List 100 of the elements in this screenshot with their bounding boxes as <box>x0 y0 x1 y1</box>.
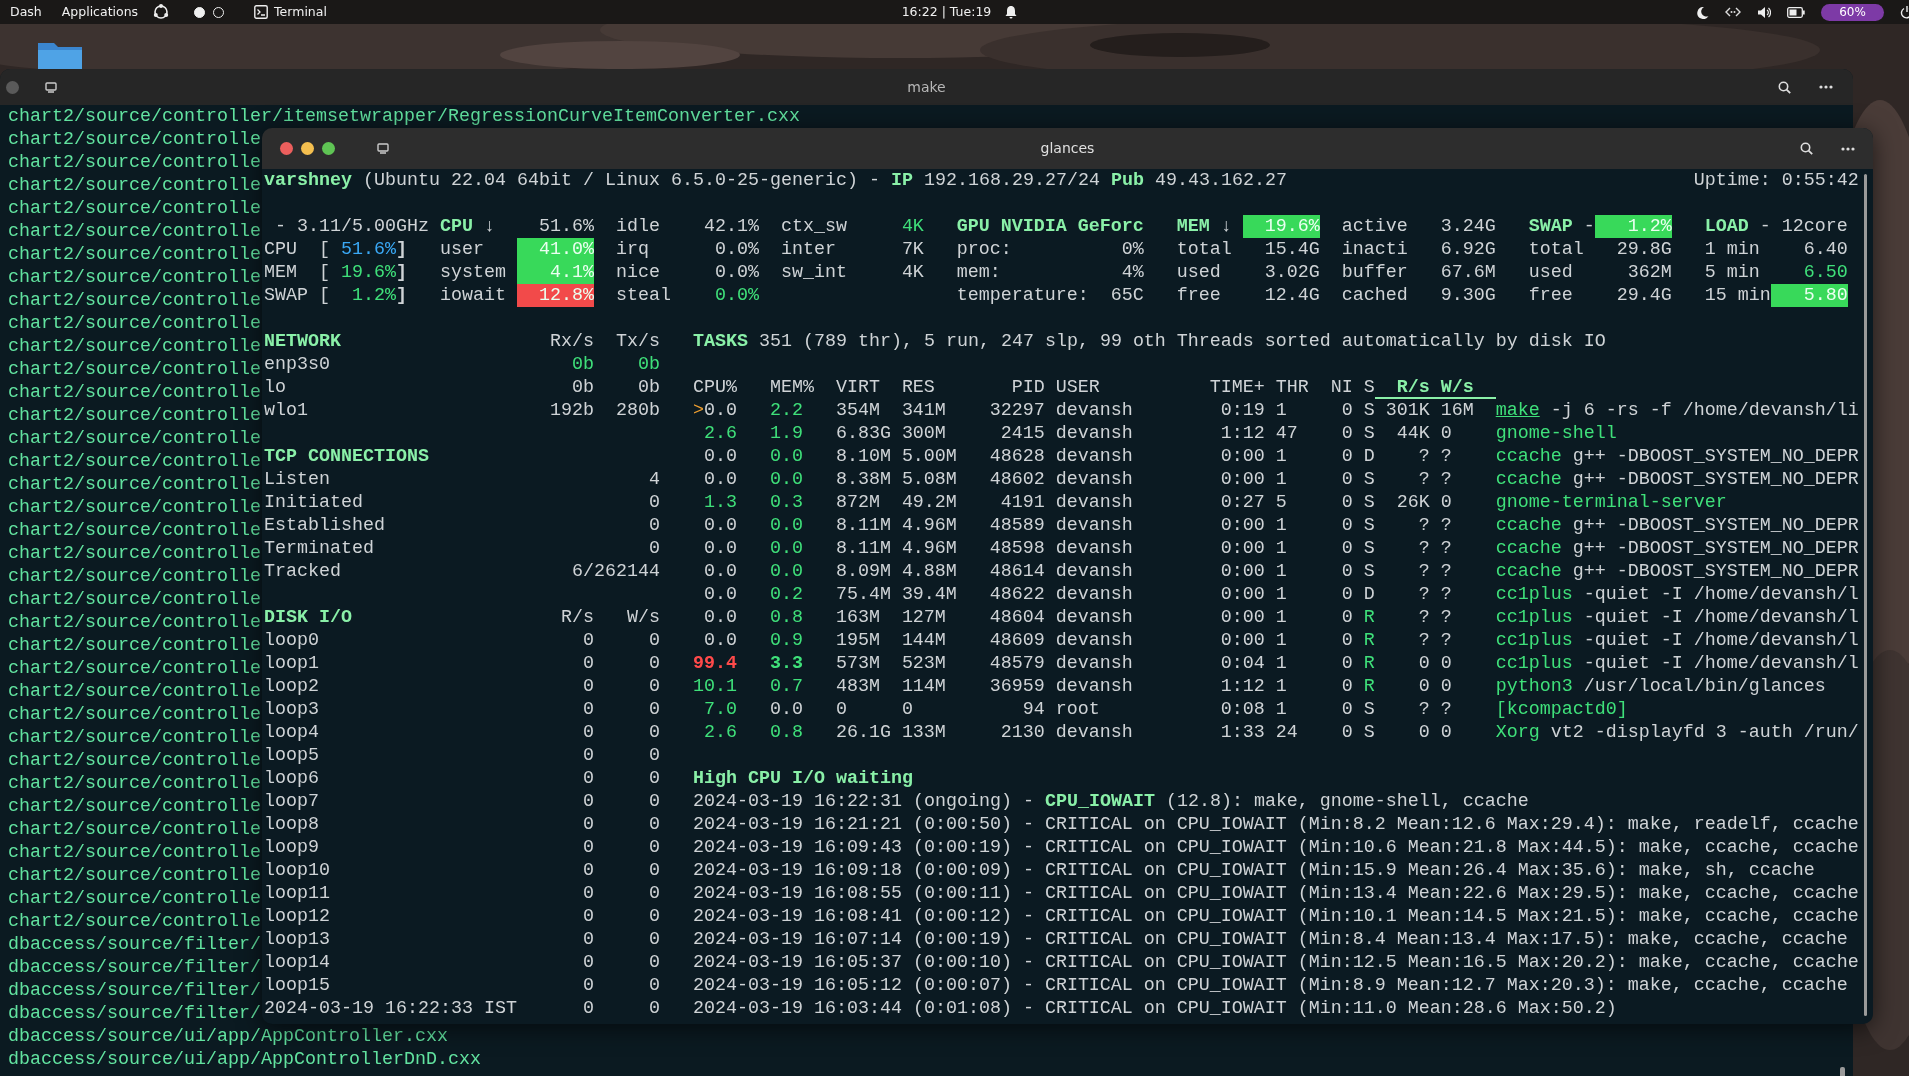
maximize-button[interactable] <box>322 142 335 155</box>
column-header: MEM% <box>769 376 815 399</box>
workspace-indicator[interactable] <box>194 6 206 18</box>
interface-name: lo <box>264 376 287 399</box>
close-button[interactable] <box>280 142 293 155</box>
network-icon[interactable] <box>1725 6 1741 18</box>
task-summary: TASKS 351 (789 thr), 5 run, 247 slp, 99 oth Threads sorted automatically by disk IO <box>692 331 1606 352</box>
read-rate: ? <box>1417 583 1430 606</box>
monitor-icon <box>45 81 57 93</box>
read-rate: ? <box>1417 629 1430 652</box>
volume-icon[interactable] <box>1757 5 1771 19</box>
scroll-bar[interactable] <box>1864 174 1867 1016</box>
read-rate: 26K <box>1395 491 1430 514</box>
terminal-line: chart2/source/controlle <box>8 519 261 542</box>
resident-memory: 341M <box>901 399 947 422</box>
cpu-percent: 99.4 <box>692 653 737 674</box>
write-rate: 0 <box>647 951 660 974</box>
stat-value: 12.8% <box>516 284 594 307</box>
thread-count: 1 <box>1274 675 1288 698</box>
thread-count: 1 <box>1274 399 1288 422</box>
menu-icon <box>1841 146 1855 151</box>
stat-label: inter <box>779 238 837 261</box>
battery-percentage: 60% <box>1821 3 1884 21</box>
log-entry: 2024-03-19 16:08:55 (0:00:11) - CRITICAL on CPU_IOWAIT (Min:13.4 Mean:22.6 Max:29.5): make, ccache, ccache <box>692 883 1859 904</box>
process-name: ccache <box>1495 538 1562 559</box>
bar-bracket: [ <box>319 284 330 307</box>
log-entry: 2024-03-19 16:03:44 (0:01:08) - CRITICAL on CPU_IOWAIT (Min:11.0 Mean:28.6 Max:50.2) <box>692 998 1617 1019</box>
log-entry: 2024-03-19 16:05:37 (0:00:10) - CRITICAL on CPU_IOWAIT (Min:12.5 Mean:16.5 Max:20.2): make, ccache, ccache <box>692 952 1859 973</box>
read-rate: ? <box>1417 537 1430 560</box>
moon-icon[interactable] <box>1696 5 1709 19</box>
log-entry: 2024-03-19 16:08:41 (0:00:12) - CRITICAL on CPU_IOWAIT (Min:10.1 Mean:14.5 Max:21.5): make, ccache, ccache <box>692 906 1859 927</box>
cpu-time: 0:00 <box>1219 445 1265 468</box>
connection-label: Established <box>264 514 386 537</box>
minimize-button[interactable] <box>301 142 314 155</box>
read-rate: 0 <box>1417 721 1430 744</box>
nice-value: 0 <box>1340 491 1353 514</box>
stat-value: 0% <box>1121 239 1144 260</box>
menu-button[interactable]: Applications <box>55 2 145 22</box>
read-rate: 0 <box>581 744 594 767</box>
terminal-line: chart2/source/controlle <box>8 657 261 680</box>
process-name: cc1plus <box>1495 584 1573 605</box>
user-name: devansh <box>1055 468 1134 491</box>
log-entry: 2024-03-19 16:09:43 (0:00:19) - CRITICAL on CPU_IOWAIT (Min:10.6 Mean:21.8 Max:44.5): make, ccache, ccache <box>692 837 1859 858</box>
stat-label: cached <box>1340 284 1408 307</box>
command-args: g++ -DBOOST_SYSTEM_NO_DEPR <box>1572 538 1859 559</box>
connection-count: 4 <box>647 468 660 491</box>
stat-label: idle <box>614 215 661 238</box>
connection-label: Tracked <box>264 560 342 583</box>
trend-indicator: - <box>1583 216 1595 237</box>
clock-button[interactable]: 16:22 | Tue:19 <box>895 2 998 22</box>
connection-count: 0 <box>647 514 660 537</box>
user-name: devansh <box>1055 399 1134 422</box>
process-name: make <box>1495 400 1540 421</box>
stat-label: total <box>1528 238 1585 261</box>
column-header: RES <box>901 376 936 399</box>
stat-value: 0.0% <box>714 262 759 283</box>
read-rate: 0 <box>581 859 594 882</box>
process-id: 48589 <box>988 514 1046 537</box>
terminal-line: chart2/source/controlle <box>8 289 261 312</box>
write-rate: 0 <box>647 882 660 905</box>
write-rate: 0 <box>647 652 660 675</box>
read-rate: 0 <box>1417 675 1430 698</box>
stat-label: active <box>1340 215 1408 238</box>
write-rate: ? <box>1439 606 1453 629</box>
logo-icon[interactable] <box>152 3 171 21</box>
battery-icon[interactable] <box>1787 6 1805 18</box>
nice-value: 0 <box>1340 675 1353 698</box>
log-entry: 2024-03-19 16:07:14 (0:00:19) - CRITICAL on CPU_IOWAIT (Min:8.4 Mean:13.4 Max:17.5): make, ccache, ccache <box>692 929 1848 950</box>
read-rate: ? <box>1417 560 1430 583</box>
thread-count: 1 <box>1274 583 1288 606</box>
process-state: S <box>1362 468 1375 491</box>
nice-value: 0 <box>1340 698 1353 721</box>
memory-percent: 0.8 <box>769 721 804 744</box>
bell-icon[interactable] <box>1005 5 1018 19</box>
stat-value: 19.6% <box>1242 215 1320 238</box>
read-rate: 0 <box>581 905 594 928</box>
resident-memory: 127M <box>901 606 947 629</box>
cpu-time: 0:00 <box>1219 560 1265 583</box>
stat-value: 19.6% <box>339 261 396 284</box>
resident-memory: 5.08M <box>901 468 958 491</box>
terminal-line: chart2/source/controlle <box>8 358 261 381</box>
process-name: cc1plus <box>1495 607 1573 628</box>
menu-button[interactable]: Dash <box>4 2 48 22</box>
search-icon <box>1778 80 1791 94</box>
connection-label: Terminated <box>264 537 375 560</box>
cpu-percent: 0.0 <box>703 607 737 628</box>
power-icon[interactable] <box>1900 5 1909 19</box>
cpu-percent: 7.0 <box>703 699 737 720</box>
write-rate: 0 <box>1439 675 1453 698</box>
read-rate: 0 <box>581 813 594 836</box>
read-rate: 0 <box>581 974 594 997</box>
resident-memory: 300M <box>901 422 947 445</box>
terminal-line: chart2/source/controlle <box>8 381 261 404</box>
stat-label: 5 min <box>1704 261 1761 284</box>
section-title: NETWORK <box>264 330 342 353</box>
app-menu-button[interactable]: Terminal <box>248 2 333 22</box>
process-id: 48614 <box>988 560 1046 583</box>
process-state: R <box>1362 652 1375 675</box>
terminal-line: chart2/source/controlle <box>8 335 261 358</box>
write-rate: 0 <box>1439 422 1453 445</box>
